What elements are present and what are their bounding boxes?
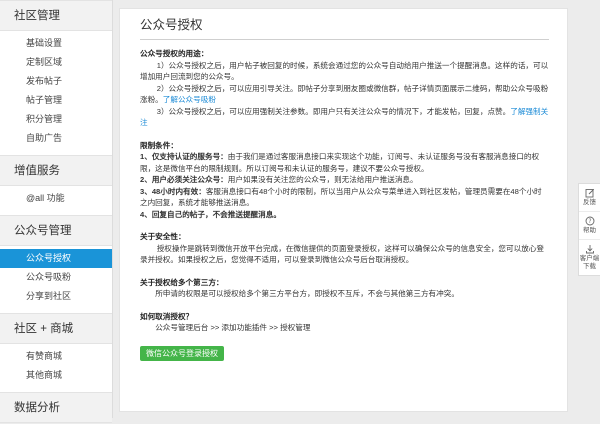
edit-icon (585, 188, 594, 198)
sidebar-item-basic-settings[interactable]: 基础设置 (0, 34, 112, 53)
client-download-button[interactable]: 客户端 下载 (579, 240, 600, 275)
sidebar-section-analytics: 数据分析 (0, 392, 112, 423)
sidebar-section-community: 社区管理 基础设置 定制区域 发布帖子 帖子管理 积分管理 自助广告 (0, 0, 112, 155)
help-icon: ? (585, 216, 594, 226)
sidebar-item-account-followers[interactable]: 公众号吸粉 (0, 268, 112, 287)
sidebar-item-other-mall[interactable]: 其他商城 (0, 366, 112, 385)
cancel-heading: 如何取消授权？ (140, 311, 194, 321)
sidebar-item-points-management[interactable]: 积分管理 (0, 110, 112, 129)
sidebar-item-at-all[interactable]: @all 功能 (0, 189, 112, 208)
main-panel: 公众号授权 公众号授权的用途： 1）公众号授权之后，用户帖子被回复的时候，系统会… (119, 8, 568, 412)
wechat-login-authorize-button[interactable]: 微信公众号登录授权 (140, 345, 224, 361)
download-icon (585, 245, 594, 254)
limit-item-3-title: 3、48小时内有效： (140, 186, 206, 196)
security-heading: 关于安全性： (140, 232, 186, 241)
content-body: 公众号授权的用途： 1）公众号授权之后，用户帖子被回复的时候，系统会通过您的公众… (140, 48, 549, 361)
page-title: 公众号授权 (140, 9, 549, 40)
sidebar-section-official-account: 公众号管理 公众号授权 公众号吸粉 分享到社区 (0, 215, 112, 313)
limit-item-1-title: 1、仅支持认证的服务号： (140, 152, 228, 161)
sidebar-section-title[interactable]: 增值服务 (0, 155, 112, 186)
third-party-heading: 关于授权给多个第三方： (140, 277, 224, 287)
sidebar-section-value-added: 增值服务 @all 功能 (0, 155, 112, 215)
limits-heading: 限制条件： (140, 140, 178, 150)
help-button[interactable]: ? 帮助 (579, 212, 600, 240)
sidebar-section-community-mall: 社区 + 商城 有赞商城 其他商城 (0, 313, 112, 392)
purpose-item-2: 2）公众号授权之后，可以应用引导关注。即帖子分享到朋友圈或微信群，帖子详情页面展… (140, 83, 549, 106)
floating-toolbar: 反馈 ? 帮助 客户端 下载 (578, 183, 600, 276)
download-label-line1: 客户端 (579, 255, 600, 262)
third-party-text: 所申请的权限是可以授权给多个第三方平台方，即授权不互斥，不会与其他第三方有冲突。 (155, 289, 459, 298)
sidebar-item-account-authorization[interactable]: 公众号授权 (0, 249, 112, 268)
sidebar-item-publish-post[interactable]: 发布帖子 (0, 72, 112, 91)
sidebar-item-custom-area[interactable]: 定制区域 (0, 53, 112, 72)
sidebar: 社区管理 基础设置 定制区域 发布帖子 帖子管理 积分管理 自助广告 增值服务 … (0, 0, 113, 423)
sidebar-section-title[interactable]: 公众号管理 (0, 215, 112, 246)
download-label-line2: 下载 (583, 263, 596, 270)
feedback-button[interactable]: 反馈 (579, 184, 600, 212)
limit-item-2: 2、用户必须关注公众号：用户如果没有关注您的公众号，则无法给用户推送消息。 (140, 174, 549, 186)
learn-followers-link[interactable]: 了解公众号吸粉 (163, 95, 216, 104)
limit-item-4: 4、回复自己的帖子，不会推送提醒消息。 (140, 209, 549, 221)
purpose-item-3-text: 3）公众号授权之后，可以应用强制关注参数。即用户只有关注公众号的情况下，才能发帖… (156, 106, 511, 116)
feedback-label: 反馈 (583, 199, 596, 206)
limit-item-1: 1、仅支持认证的服务号：由于我们是通过客服消息接口来实现这个功能，订阅号、未认证… (140, 151, 549, 174)
limit-item-2-title: 2、用户必须关注公众号： (140, 175, 228, 184)
purpose-heading: 公众号授权的用途： (140, 49, 209, 58)
sidebar-section-title[interactable]: 社区管理 (0, 0, 112, 31)
purpose-item-3: 3）公众号授权之后，可以应用强制关注参数。即用户只有关注公众号的情况下，才能发帖… (140, 106, 549, 129)
sidebar-item-self-ads[interactable]: 自助广告 (0, 129, 112, 148)
purpose-item-1: 1）公众号授权之后，用户帖子被回复的时候，系统会通过您的公众号自动给用户推送一个… (140, 60, 549, 82)
cancel-path: 公众号管理后台 >> 添加功能插件 >> 授权管理 (155, 323, 311, 332)
sidebar-item-share-to-community[interactable]: 分享到社区 (0, 287, 112, 306)
help-label: 帮助 (583, 227, 596, 234)
limit-item-3: 3、48小时内有效：客服消息接口有48个小时的限制，所以当用户从公众号菜单进入到… (140, 186, 549, 209)
sidebar-item-youzan-mall[interactable]: 有赞商城 (0, 347, 112, 366)
sidebar-item-post-management[interactable]: 帖子管理 (0, 91, 112, 110)
sidebar-section-title[interactable]: 数据分析 (0, 392, 112, 423)
svg-text:?: ? (588, 218, 591, 225)
limit-item-4-title: 4、回复自己的帖子，不会推送提醒消息。 (140, 209, 281, 219)
security-text: 授权操作是跳转到微信开放平台完成，在微信提供的页面登录授权，这样可以确保公众号的… (140, 243, 544, 265)
sidebar-section-title[interactable]: 社区 + 商城 (0, 313, 112, 344)
limit-item-2-text: 用户如果没有关注您的公众号，则无法给用户推送消息。 (227, 175, 418, 184)
